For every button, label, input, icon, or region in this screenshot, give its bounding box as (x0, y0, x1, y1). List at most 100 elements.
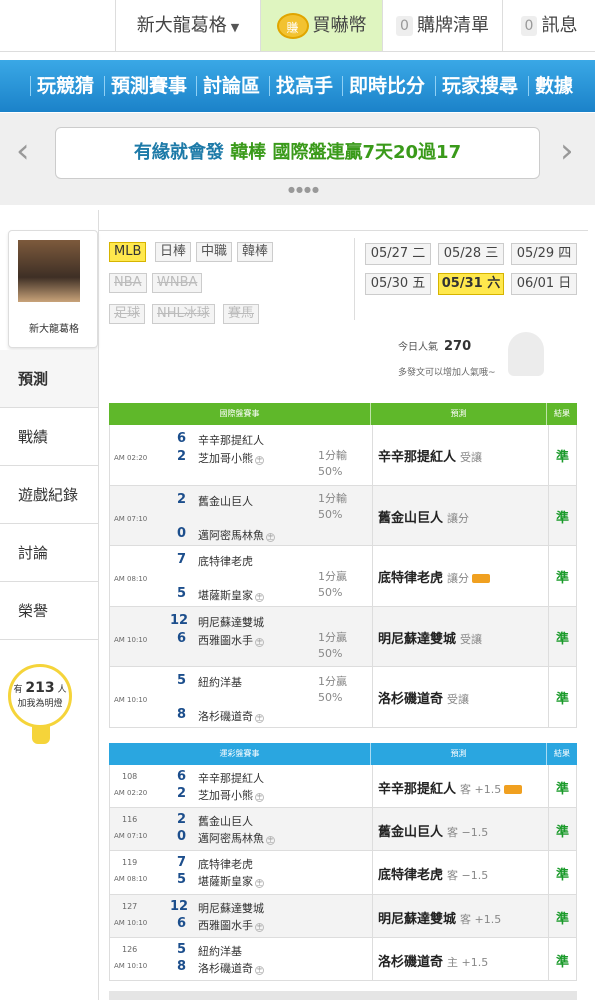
buy-coins-button[interactable]: 賺買嚇幣 (260, 0, 382, 51)
pick-team: 明尼蘇達雙城 受讓 (378, 628, 482, 647)
sport-npb[interactable]: 日棒 (155, 242, 192, 262)
lightbulb-icon (32, 726, 50, 744)
side-item-predict[interactable]: 預測 (0, 350, 98, 408)
nav-item-experts[interactable]: 找高手 (276, 60, 333, 112)
game-number: 108 (122, 772, 138, 781)
home-mark-icon: 主 (255, 714, 264, 723)
main-nav: 玩競猜 預測賽事 討論區 找高手 即時比分 玩家搜尋 數據 (0, 60, 595, 112)
table1-header-result: 結果 (554, 409, 570, 418)
score-home: 0 (176, 525, 186, 541)
nav-divider (342, 76, 343, 96)
result-mark: 準 (556, 450, 570, 465)
match-time: AM 08:10 (114, 875, 148, 884)
match-time: AM 02:20 (114, 454, 148, 462)
table-row[interactable]: 126 AM 10:10 5 紐約洋基 8 洛杉磯道奇主洛杉磯道奇主 +1.5 準 (109, 937, 577, 981)
team-name: 邁阿密馬林魚主 (198, 830, 275, 846)
home-mark-icon: 主 (255, 793, 264, 802)
date-tab-0601[interactable]: 06/01 日 (511, 273, 577, 295)
divider (98, 210, 99, 1000)
messages-label: 訊息 (541, 15, 578, 36)
home-mark-icon: 主 (255, 456, 264, 465)
messages-count: 0 (520, 16, 538, 36)
pick-odds: 受讓 (460, 632, 483, 646)
date-tab-0527[interactable]: 05/27 二 (365, 243, 431, 265)
score-away: 12 (170, 898, 189, 914)
table-row[interactable]: AM 07:10 2 舊金山巨人 0 邁阿密馬林魚主 1分輸 50% 舊金山巨人 讓分 準 (109, 485, 577, 546)
nav-item-guess[interactable]: 玩競猜 (37, 60, 94, 112)
promo-banner[interactable]: 有緣就會發 韓棒 國際盤連贏7天20過17 (55, 127, 540, 179)
game-number: 127 (122, 901, 138, 911)
pick-odds: 客 +1.5 (460, 912, 502, 926)
side-item-honors[interactable]: 榮譽 (0, 582, 98, 640)
team-name: 邁阿密馬林魚主 (198, 527, 275, 543)
pick-label: 明尼蘇達雙城 (378, 911, 457, 927)
chevron-left-icon[interactable]: ‹ (16, 131, 30, 171)
messages-button[interactable]: 0 訊息 (502, 0, 595, 51)
fans-unit: 人 (57, 685, 67, 695)
top-bar: 新大龍葛格 ▼ 賺買嚇幣 0 購牌清單 0 訊息 (0, 0, 595, 52)
divider (372, 894, 373, 938)
match-time: AM 10:10 (114, 635, 148, 644)
result-mark: 準 (556, 954, 570, 970)
table-row[interactable]: AM 08:10 7 底特律老虎 5 堪薩斯皇家主 1分贏 50% 底特律老虎 讓分 準 (109, 546, 577, 607)
score-home: 0 (176, 829, 186, 845)
chevron-right-icon[interactable]: › (560, 131, 574, 171)
handicap-pct: 50% (318, 646, 343, 660)
team-name: 紐約洋基 (198, 674, 242, 690)
divider (354, 238, 355, 320)
side-item-game-history[interactable]: 遊戲紀錄 (0, 466, 98, 524)
date-tab-0528[interactable]: 05/28 三 (438, 243, 504, 265)
sport-kbo[interactable]: 韓棒 (237, 242, 274, 262)
nav-item-predict[interactable]: 預測賽事 (111, 60, 187, 112)
nav-item-live-score[interactable]: 即時比分 (349, 60, 425, 112)
pick-team: 舊金山巨人 讓分 (378, 507, 469, 526)
table-row[interactable]: 127 AM 10:10 12 明尼蘇達雙城 6 西雅圖水手主明尼蘇達雙城客 +1.5 準 (109, 894, 577, 938)
team-label: 芝加哥小熊 (198, 452, 253, 465)
cart-label: 購牌清單 (416, 15, 489, 36)
side-item-record[interactable]: 戰績 (0, 408, 98, 466)
team-label: 紐約洋基 (198, 676, 242, 689)
sport-cpbl[interactable]: 中職 (196, 242, 233, 262)
score-home: 2 (176, 786, 186, 801)
fans-prefix: 有 (13, 685, 23, 695)
date-tab-0531[interactable]: 05/31 六 (438, 273, 504, 295)
table-row[interactable]: AM 10:10 5 紐約洋基 8 洛杉磯道奇主 1分贏 50% 洛杉磯道奇 受讓準 (109, 667, 577, 728)
user-menu[interactable]: 新大龍葛格 ▼ (115, 0, 260, 51)
result-mark: 準 (556, 825, 570, 841)
carousel-dots[interactable]: ●●●● (288, 185, 320, 194)
nav-divider (269, 76, 270, 96)
table-row[interactable]: 116 AM 07:10 2 舊金山巨人 0 邁阿密馬林魚主舊金山巨人客 −1.5 準 (109, 808, 577, 852)
sport-mlb[interactable]: MLB (109, 242, 147, 262)
caret-down-icon: ▼ (230, 21, 240, 34)
nav-item-data[interactable]: 數據 (535, 60, 573, 112)
divider (548, 894, 549, 938)
date-tab-0529[interactable]: 05/29 四 (511, 243, 577, 265)
table-row[interactable]: AM 02:20 6 辛辛那提紅人 2 芝加哥小熊主 1分輸 50% 辛辛那提紅人 受讓 準 (109, 425, 577, 486)
match-time: AM 10:10 (114, 696, 148, 704)
follow-lightbulb-button[interactable]: 有 213 人 加我為明燈 (8, 664, 72, 728)
profile-card[interactable]: 新大龍葛格 (8, 230, 98, 348)
score-away: 2 (176, 491, 186, 507)
pick-odds: 客 +1.5 (460, 783, 502, 796)
team-label: 明尼蘇達雙城 (198, 901, 264, 915)
match-time: AM 07:10 (114, 514, 148, 523)
handicap-result: 1分輸 (318, 491, 347, 505)
team-name: 底特律老虎 (198, 553, 253, 569)
nav-item-player-search[interactable]: 玩家搜尋 (442, 60, 518, 112)
divider (372, 606, 373, 667)
table-row[interactable]: 119 AM 08:10 7 底特律老虎 5 堪薩斯皇家主底特律老虎客 −1.5 準 (109, 851, 577, 895)
date-tab-0530[interactable]: 05/30 五 (365, 273, 431, 295)
divider (548, 546, 549, 607)
table1-header-games: 國際盤賽事 (109, 403, 371, 425)
pick-label: 明尼蘇達雙城 (378, 631, 457, 647)
table-row[interactable]: 108 AM 02:20 6 辛辛那提紅人 2 芝加哥小熊主辛辛那提紅人客 +1.5 準 (109, 765, 577, 809)
cart-button[interactable]: 0 購牌清單 (382, 0, 502, 51)
nav-item-forum[interactable]: 討論區 (203, 60, 260, 112)
handicap-result: 1分贏 (318, 630, 347, 644)
side-item-discussion[interactable]: 討論 (0, 524, 98, 582)
team-name: 堪薩斯皇家主 (198, 873, 264, 889)
pick-label: 舊金山巨人 (378, 510, 444, 526)
sport-nba: NBA (109, 273, 147, 293)
divider (548, 606, 549, 667)
table-row[interactable]: AM 10:10 12 明尼蘇達雙城 6 西雅圖水手主 1分贏 50% 明尼蘇達雙城 受讓 準 (109, 606, 577, 667)
